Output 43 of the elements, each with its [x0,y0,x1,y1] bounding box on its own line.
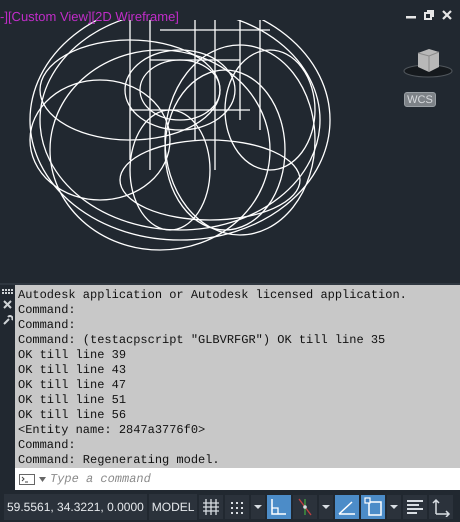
lineweight-icon [405,497,426,517]
grip-icon[interactable] [2,289,14,294]
grid-icon [201,497,222,517]
viewport-label[interactable]: -][Custom View][2D Wireframe] [0,9,179,24]
dropdown-button[interactable] [387,495,402,519]
ortho-toggle[interactable] [267,495,292,519]
coordinates-readout: 59.5561, 34.3221, 0.0000 [4,494,147,520]
wcs-button[interactable]: WCS [404,92,436,107]
command-placeholder: Type a command [50,472,151,486]
history-line: OK till line 56 [18,408,128,423]
history-line: Autodesk application or Autodesk licensed application. [18,288,408,303]
object-snap-toggle[interactable] [361,495,386,519]
polar-toggle[interactable] [293,495,318,519]
history-line: OK till line 39 [18,348,128,363]
history-line: Command: [18,318,77,333]
lineweight-toggle[interactable] [403,495,428,519]
prompt-icon[interactable] [19,474,35,484]
caret-icon [322,505,330,509]
dropdown-button[interactable] [251,495,266,519]
command-field[interactable]: Type a command [15,468,460,490]
object-snap-icon [363,497,384,517]
history-line: Command: Regenerating model. [18,453,221,468]
history-line: Command: [18,303,77,318]
close-icon[interactable] [442,10,452,20]
dropdown-button[interactable] [319,495,334,519]
caret-icon [390,505,398,509]
history-line: <Entity name: 2847a3776f0> [18,423,206,438]
history-line: OK till line 51 [18,393,128,408]
close-icon[interactable] [3,300,12,309]
ucs-toggle[interactable] [429,495,454,519]
history-line: OK till line 43 [18,363,128,378]
restore-icon[interactable] [424,10,434,20]
grid-toggle[interactable] [199,495,224,519]
history-line: Command: (testacpscript "GLBVRFGR") OK till line 35 [18,333,386,348]
history-line: Command: [18,438,77,453]
snap-grid-toggle[interactable] [225,495,250,519]
caret-icon [254,505,262,509]
history-line: OK till line 47 [18,378,128,393]
wrench-icon[interactable] [2,315,12,325]
angle-toggle[interactable] [335,495,360,519]
caret-icon[interactable] [39,476,46,482]
ucs-icon [431,497,452,517]
model-button[interactable]: MODEL [148,494,198,520]
